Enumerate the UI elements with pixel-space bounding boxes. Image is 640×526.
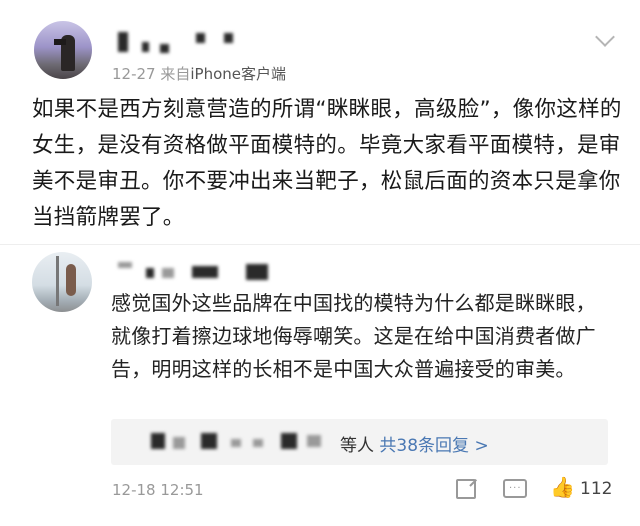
comment-avatar[interactable] <box>32 252 92 312</box>
redacted-username <box>196 33 205 43</box>
redacted-username <box>162 268 174 278</box>
post-source[interactable]: iPhone客户端 <box>190 65 286 83</box>
post-time: 12-27 <box>112 65 156 83</box>
comment-time: 12-18 12:51 <box>112 481 204 499</box>
reply-summary[interactable]: 等人 共38条回复 > <box>111 419 608 465</box>
reply-summary-text: 等人 共38条回复 > <box>340 431 489 456</box>
redacted-username <box>142 42 149 52</box>
avatar-figure <box>66 264 76 296</box>
redacted-replier <box>173 437 185 449</box>
comment-icon[interactable]: ··· <box>503 479 527 498</box>
avatar[interactable] <box>34 21 92 79</box>
redacted-replier <box>253 439 263 447</box>
redacted-username <box>118 262 132 268</box>
redacted-username <box>192 266 218 278</box>
avatar-camera <box>54 39 66 45</box>
post-body: 如果不是西方刻意营造的所谓“眯眯眼，高级脸”，像你这样的女生，是没有资格做平面模… <box>32 97 622 230</box>
redacted-username <box>224 33 233 43</box>
post-source-prefix: 来自 <box>160 65 191 83</box>
redacted-username <box>118 32 128 52</box>
redacted-username <box>160 44 169 53</box>
redacted-username <box>246 264 268 280</box>
redacted-replier <box>201 433 217 449</box>
redacted-replier <box>307 435 321 447</box>
thumbs-up-icon[interactable]: 👍 <box>550 476 575 498</box>
view-replies-link[interactable]: 共38条回复 > <box>379 436 488 456</box>
redacted-replier <box>151 433 165 449</box>
like-count: 112 <box>580 479 613 499</box>
share-icon[interactable] <box>456 479 476 499</box>
redacted-replier <box>281 433 297 449</box>
comment-body: 感觉国外这些品牌在中国找的模特为什么都是眯眯眼，就像打着擦边球地侮辱嘲笑。这是在… <box>111 291 596 381</box>
post-meta: 12-27 来自iPhone客户端 <box>112 63 286 84</box>
comment-icon-dots: ··· <box>509 483 522 494</box>
redacted-username <box>146 268 154 278</box>
reply-suffix: 等人 <box>340 436 374 456</box>
divider <box>0 244 640 245</box>
chevron-down-icon[interactable] <box>595 27 615 47</box>
redacted-replier <box>231 439 241 447</box>
avatar-pole <box>56 256 59 306</box>
